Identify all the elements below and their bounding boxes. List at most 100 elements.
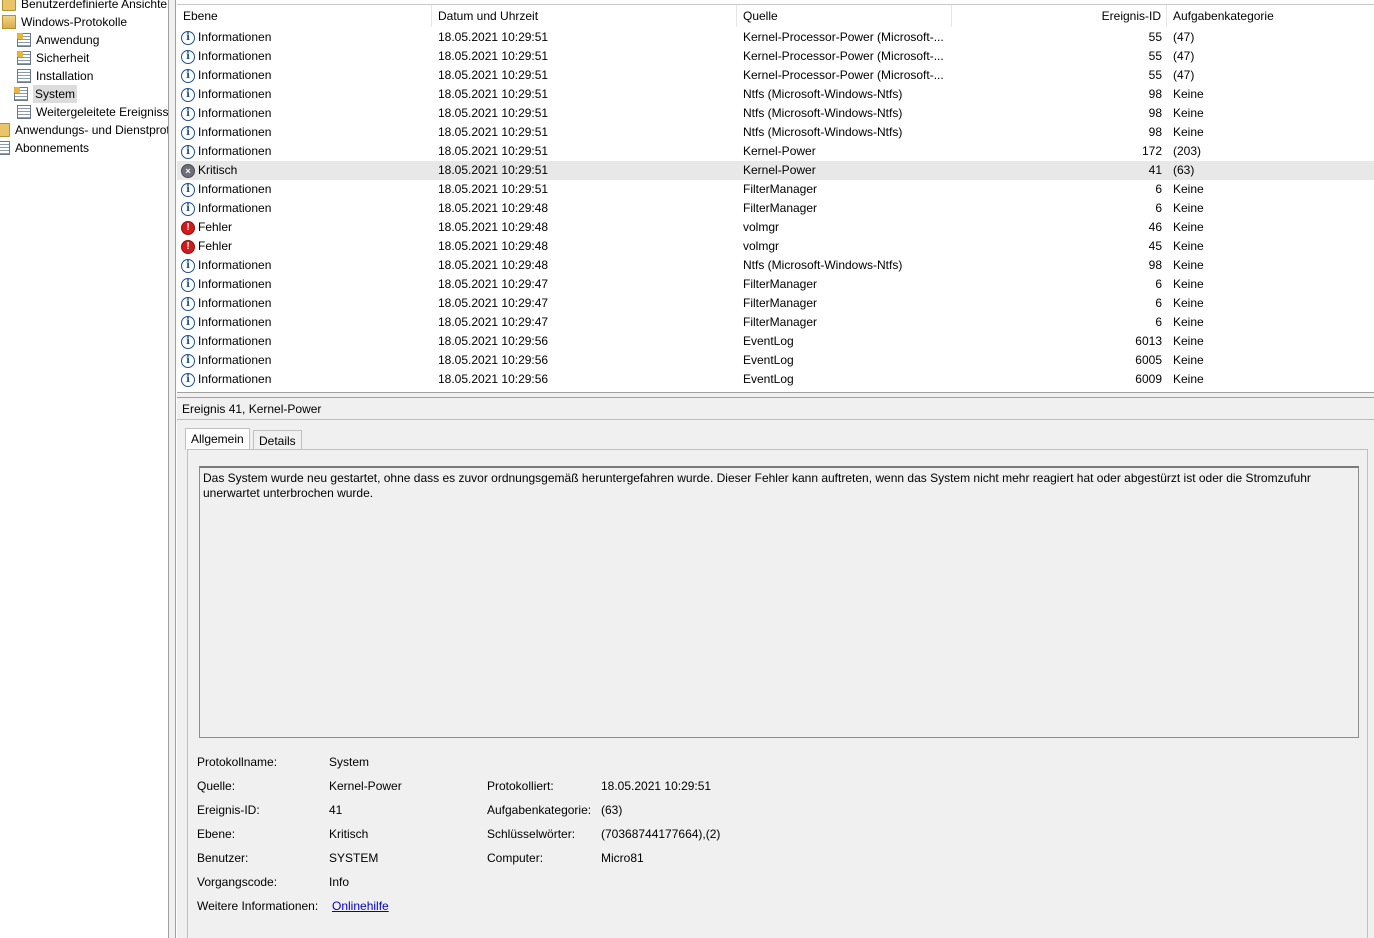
event-row[interactable]: i Informationen 18.05.2021 10:29:51 Kernel-…: [177, 142, 1374, 161]
source-cell: Kernel-Processor-Power (Microsoft-...: [743, 30, 944, 44]
more-info-label: Weitere Informationen:: [197, 899, 319, 913]
level-cell: i Informationen: [181, 66, 431, 85]
source-cell: FilterManager: [743, 182, 818, 196]
level-cell: i Informationen: [181, 85, 431, 104]
detail-title: Ereignis 41, Kernel-Power: [177, 398, 1374, 420]
date-cell: 18.05.2021 10:29:47: [438, 315, 549, 329]
tree-item-label: System: [33, 85, 78, 103]
info-icon: i: [181, 182, 195, 197]
event-row[interactable]: i Informationen 18.05.2021 10:29:51 Ntfs (M…: [177, 123, 1374, 142]
computer-label: Computer:: [487, 851, 544, 865]
task-category-cell: Keine: [1173, 372, 1204, 386]
folder-icon: [0, 123, 10, 137]
column-header-event-id[interactable]: Ereignis-ID: [952, 5, 1167, 27]
event-row[interactable]: × Kritisch 18.05.2021 10:29:51 Kernel-Power…: [177, 161, 1374, 180]
source-cell: Kernel-Power: [743, 163, 816, 177]
event-row[interactable]: i Informationen 18.05.2021 10:29:56 EventLo…: [177, 351, 1374, 370]
level-text: Informationen: [198, 296, 272, 310]
level-cell: i Informationen: [181, 294, 431, 313]
tree-item-custom-views[interactable]: Benutzerdefinierte Ansichten: [2, 0, 168, 13]
info-icon: i: [181, 296, 195, 311]
event-row[interactable]: i Informationen 18.05.2021 10:29:47 FilterM…: [177, 313, 1374, 332]
source-cell: Ntfs (Microsoft-Windows-Ntfs): [743, 125, 903, 139]
log-name-label: Protokollname:: [197, 755, 278, 769]
log-icon: [17, 69, 31, 83]
vertical-splitter[interactable]: [168, 0, 176, 938]
event-row[interactable]: i Informationen 18.05.2021 10:29:47 FilterM…: [177, 294, 1374, 313]
event-id-cell: 172: [1141, 144, 1162, 158]
level-cell: i Informationen: [181, 332, 431, 351]
event-row[interactable]: i Informationen 18.05.2021 10:29:48 Ntfs (M…: [177, 256, 1374, 275]
date-cell: 18.05.2021 10:29:56: [438, 353, 549, 367]
critical-icon: ×: [181, 163, 195, 178]
tree-item-label: Anwendungs- und Dienstprotokolle: [15, 123, 168, 137]
online-help-link[interactable]: Onlinehilfe: [332, 897, 389, 915]
level-cell: i Informationen: [181, 47, 431, 66]
source-cell: Ntfs (Microsoft-Windows-Ntfs): [743, 106, 903, 120]
column-header-date[interactable]: Datum und Uhrzeit: [432, 5, 737, 27]
level-text: Informationen: [198, 30, 272, 44]
date-cell: 18.05.2021 10:29:51: [438, 144, 549, 158]
level-cell: i Informationen: [181, 142, 431, 161]
task-category-cell: Keine: [1173, 182, 1204, 196]
level-text: Informationen: [198, 372, 272, 386]
task-category-cell: Keine: [1173, 201, 1204, 215]
source-cell: Ntfs (Microsoft-Windows-Ntfs): [743, 258, 903, 272]
tree-item-security[interactable]: Sicherheit: [17, 49, 89, 67]
user-label: Benutzer:: [197, 851, 249, 865]
tab-details[interactable]: Details: [253, 430, 302, 450]
level-cell: i Informationen: [181, 28, 431, 47]
source-cell: FilterManager: [743, 277, 818, 291]
source-label: Quelle:: [197, 779, 236, 793]
level-text: Fehler: [198, 239, 233, 253]
tree-item-app-service-logs[interactable]: Anwendungs- und Dienstprotokolle: [0, 121, 168, 139]
level-text: Informationen: [198, 182, 272, 196]
event-id-cell: 6: [1155, 201, 1162, 215]
event-row[interactable]: i Informationen 18.05.2021 10:29:48 FilterM…: [177, 199, 1374, 218]
tree-item-subscriptions[interactable]: Abonnements: [0, 139, 89, 157]
log-icon: [0, 141, 10, 155]
event-row[interactable]: ! Fehler 18.05.2021 10:29:48 volmgr 45 Keine: [177, 237, 1374, 256]
tab-general[interactable]: Allgemein: [185, 428, 250, 450]
level-text: Informationen: [198, 144, 272, 158]
event-row[interactable]: i Informationen 18.05.2021 10:29:47 FilterM…: [177, 275, 1374, 294]
tree-item-forwarded-events[interactable]: Weitergeleitete Ereignisse: [17, 103, 168, 121]
date-cell: 18.05.2021 10:29:47: [438, 277, 549, 291]
event-row[interactable]: i Informationen 18.05.2021 10:29:51 Ntfs (M…: [177, 85, 1374, 104]
task-category-cell: Keine: [1173, 258, 1204, 272]
event-row[interactable]: i Informationen 18.05.2021 10:29:51 Kernel-…: [177, 47, 1374, 66]
event-row[interactable]: i Informationen 18.05.2021 10:29:51 Kernel-…: [177, 28, 1374, 47]
source-cell: FilterManager: [743, 201, 818, 215]
event-row[interactable]: i Informationen 18.05.2021 10:29:51 Kernel-…: [177, 66, 1374, 85]
opcode-value: Info: [329, 875, 350, 889]
task-category-cell: Keine: [1173, 125, 1204, 139]
event-row[interactable]: ! Fehler 18.05.2021 10:29:48 volmgr 46 Keine: [177, 218, 1374, 237]
info-icon: i: [181, 106, 195, 121]
level-text: Informationen: [198, 315, 272, 329]
level-cell: × Kritisch: [181, 161, 431, 180]
tree-item-label: Sicherheit: [36, 51, 90, 65]
event-row[interactable]: i Informationen 18.05.2021 10:29:56 EventLo…: [177, 332, 1374, 351]
level-cell: i Informationen: [181, 370, 431, 389]
date-cell: 18.05.2021 10:29:48: [438, 201, 549, 215]
tree-item-setup[interactable]: Installation: [17, 67, 93, 85]
date-cell: 18.05.2021 10:29:48: [438, 239, 549, 253]
source-cell: volmgr: [743, 239, 780, 253]
event-row[interactable]: i Informationen 18.05.2021 10:29:51 FilterM…: [177, 180, 1374, 199]
tree-item-windows-logs[interactable]: Windows-Protokolle: [2, 13, 127, 31]
tree-item-application[interactable]: Anwendung: [17, 31, 99, 49]
column-header-task-category[interactable]: Aufgabenkategorie: [1167, 5, 1374, 27]
source-cell: FilterManager: [743, 296, 818, 310]
column-header-source[interactable]: Quelle: [737, 5, 952, 27]
task-category-cell: Keine: [1173, 239, 1204, 253]
column-header-level[interactable]: Ebene: [177, 5, 432, 27]
event-description[interactable]: Das System wurde neu gestartet, ohne das…: [199, 466, 1359, 738]
event-row[interactable]: i Informationen 18.05.2021 10:29:51 Ntfs (M…: [177, 104, 1374, 123]
source-cell: FilterManager: [743, 315, 818, 329]
event-detail-pane: Ereignis 41, Kernel-Power Allgemein Deta…: [177, 398, 1374, 938]
level-cell: i Informationen: [181, 180, 431, 199]
tree-item-system[interactable]: System: [14, 85, 78, 103]
info-icon: i: [181, 144, 195, 159]
source-cell: Ntfs (Microsoft-Windows-Ntfs): [743, 87, 903, 101]
event-row[interactable]: i Informationen 18.05.2021 10:29:56 EventLo…: [177, 370, 1374, 389]
